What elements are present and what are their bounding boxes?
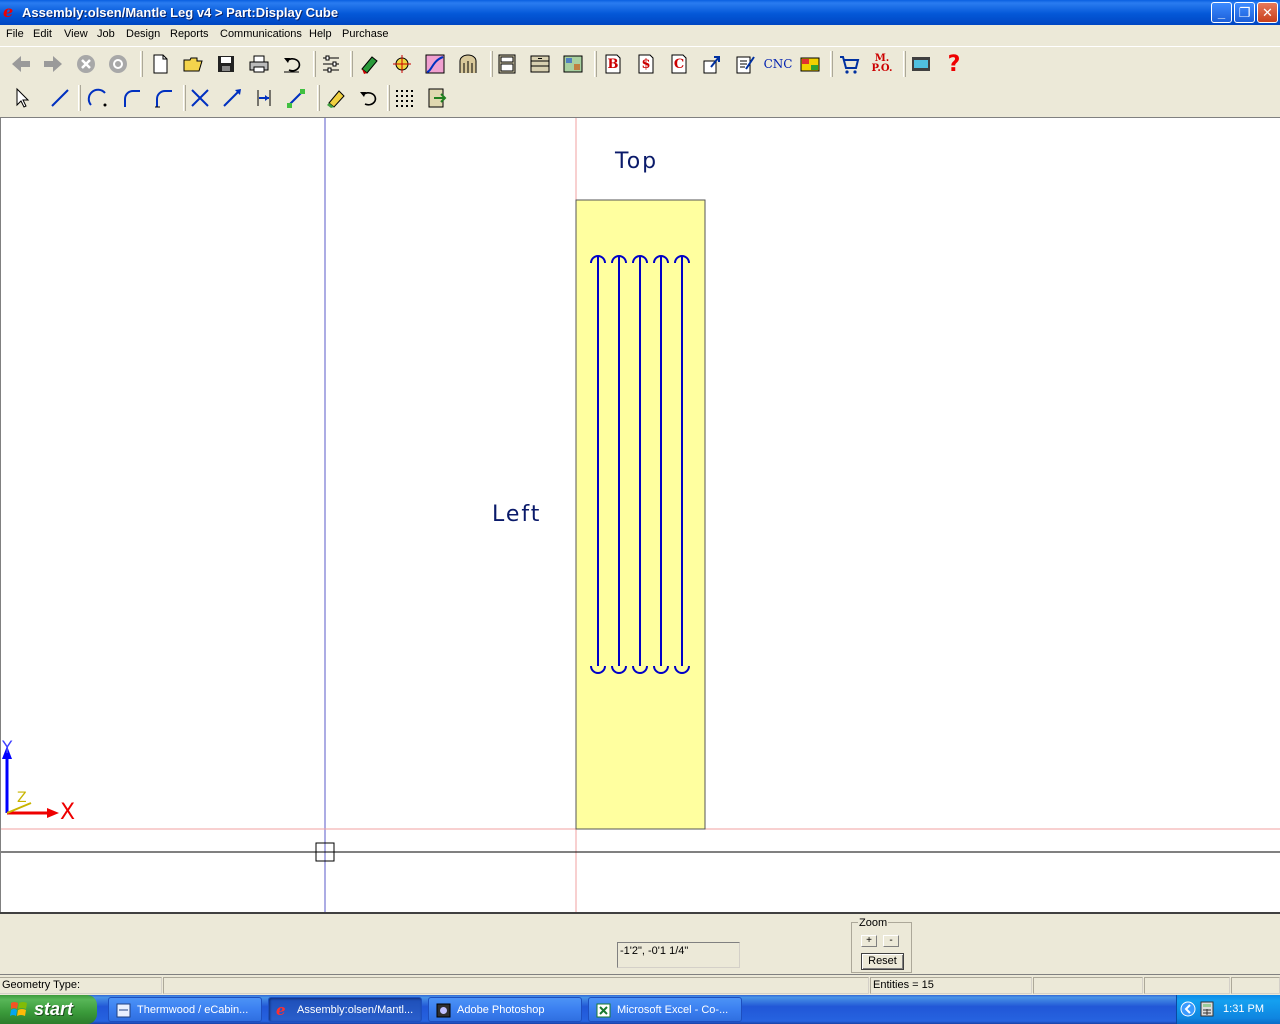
settings-sliders-icon[interactable]	[318, 51, 344, 77]
canvas-drawing	[1, 118, 1280, 913]
status-panel-blank-2	[1033, 977, 1143, 994]
door-arch-icon[interactable]	[455, 51, 481, 77]
start-button[interactable]: start	[0, 995, 97, 1024]
refresh-icon[interactable]	[105, 51, 131, 77]
drawing-toolbar	[0, 81, 1280, 115]
profile-icon[interactable]	[422, 51, 448, 77]
shopping-cart-icon[interactable]	[836, 51, 862, 77]
window-title: Assembly:olsen/Mantle Leg v4 > Part:Disp…	[22, 5, 339, 20]
cut-list-icon[interactable]: C	[666, 51, 692, 77]
menu-bar: File Edit View Job Design Reports Commun…	[0, 25, 1280, 45]
drawing-canvas[interactable]: Top Left Y Z X	[0, 117, 1280, 913]
new-file-icon[interactable]	[147, 51, 173, 77]
save-disk-icon[interactable]	[213, 51, 239, 77]
open-folder-icon[interactable]	[180, 51, 206, 77]
menu-edit[interactable]: Edit	[33, 28, 52, 40]
task-thermwood[interactable]: Thermwood / eCabin...	[108, 997, 262, 1022]
app-logo-icon: e	[3, 2, 14, 21]
system-tray: 1:31 PM	[1176, 995, 1280, 1024]
print-icon[interactable]	[246, 51, 272, 77]
exit-door-icon[interactable]	[423, 85, 449, 111]
edit-document-icon[interactable]	[732, 51, 758, 77]
forward-arrow-icon[interactable]	[40, 51, 66, 77]
cabinet-icon[interactable]	[494, 51, 520, 77]
sheet-nesting-icon[interactable]	[797, 51, 823, 77]
menu-view[interactable]: View	[64, 28, 88, 40]
menu-communications[interactable]: Communications	[220, 28, 302, 40]
video-film-icon[interactable]	[908, 51, 934, 77]
task-excel[interactable]: Microsoft Excel - Co-...	[588, 997, 742, 1022]
grid-snap-icon[interactable]	[391, 85, 417, 111]
menu-help[interactable]: Help	[309, 28, 332, 40]
close-button[interactable]: ✕	[1257, 2, 1278, 23]
x-axis-label: X	[60, 800, 76, 825]
z-axis-label: Z	[17, 790, 27, 806]
coordinate-readout: -1'2", -0'1 1/4"	[617, 942, 740, 968]
clock: 1:31 PM	[1223, 1003, 1264, 1015]
stop-icon[interactable]	[73, 51, 99, 77]
browser-icon	[116, 1003, 131, 1018]
minimize-button[interactable]: _	[1211, 2, 1232, 23]
zoom-group: Zoom + - Reset	[851, 917, 912, 973]
tray-expand-icon[interactable]	[1180, 1001, 1196, 1017]
bill-of-materials-icon[interactable]: B	[600, 51, 626, 77]
status-bar: Geometry Type: Entities = 15	[0, 976, 1280, 995]
task-assembly[interactable]: e Assembly:olsen/Mantl...	[268, 997, 422, 1022]
select-pointer-icon[interactable]	[9, 85, 35, 111]
menu-file[interactable]: File	[6, 28, 24, 40]
arc-tangent-icon[interactable]	[118, 85, 144, 111]
title-bar: e Assembly:olsen/Mantle Leg v4 > Part:Di…	[0, 0, 1280, 25]
undo-draw-icon[interactable]	[355, 85, 381, 111]
dimension-tool-icon[interactable]	[251, 85, 277, 111]
status-panel-blank-3	[1144, 977, 1230, 994]
cost-report-icon[interactable]: $	[633, 51, 659, 77]
menu-reports[interactable]: Reports	[170, 28, 209, 40]
move-node-icon[interactable]	[283, 85, 309, 111]
hardware-icon[interactable]	[389, 51, 415, 77]
export-icon[interactable]	[699, 51, 725, 77]
geometry-type-status: Geometry Type:	[0, 977, 162, 994]
zoom-out-button[interactable]: -	[883, 935, 899, 947]
undo-icon[interactable]	[279, 51, 305, 77]
ecabinets-icon: e	[276, 1001, 286, 1019]
back-arrow-icon[interactable]	[8, 51, 34, 77]
left-view-label: Left	[492, 502, 542, 527]
task-photoshop[interactable]: Adobe Photoshop	[428, 997, 582, 1022]
drawers-icon[interactable]	[527, 51, 553, 77]
windows-logo-icon	[10, 1002, 27, 1016]
top-view-label: Top	[615, 149, 659, 174]
menu-design[interactable]: Design	[126, 28, 160, 40]
excel-icon	[596, 1003, 611, 1018]
help-icon[interactable]: ?	[941, 51, 967, 77]
fillet-tool-icon[interactable]	[150, 85, 176, 111]
room-layout-icon[interactable]	[560, 51, 586, 77]
purchase-order-button[interactable]: M. P.O.	[869, 51, 895, 77]
line-tool-icon[interactable]	[47, 85, 73, 111]
control-panel: -1'2", -0'1 1/4" Zoom + - Reset	[0, 912, 1280, 975]
restore-button[interactable]: ❐	[1234, 2, 1255, 23]
trim-tool-icon[interactable]	[187, 85, 213, 111]
taskbar: start Thermwood / eCabin... e Assembly:o…	[0, 995, 1280, 1024]
main-toolbar: B $ C CNC M. P.O. ?	[0, 46, 1280, 80]
zoom-in-button[interactable]: +	[861, 935, 877, 947]
entities-count-status: Entities = 15	[870, 977, 1032, 994]
eraser-icon[interactable]	[323, 85, 349, 111]
menu-purchase[interactable]: Purchase	[342, 28, 388, 40]
arc-tool-icon[interactable]	[85, 85, 111, 111]
menu-job[interactable]: Job	[97, 28, 115, 40]
cnc-button[interactable]: CNC	[763, 51, 793, 77]
material-palette-icon[interactable]	[356, 51, 382, 77]
status-panel-blank	[163, 977, 869, 994]
photoshop-icon	[436, 1003, 451, 1018]
status-panel-blank-4	[1231, 977, 1280, 994]
zoom-reset-button[interactable]: Reset	[861, 953, 904, 970]
y-axis-label: Y	[2, 738, 13, 758]
zoom-label: Zoom	[858, 917, 889, 929]
extend-tool-icon[interactable]	[219, 85, 245, 111]
calculator-tray-icon[interactable]	[1199, 1001, 1215, 1017]
